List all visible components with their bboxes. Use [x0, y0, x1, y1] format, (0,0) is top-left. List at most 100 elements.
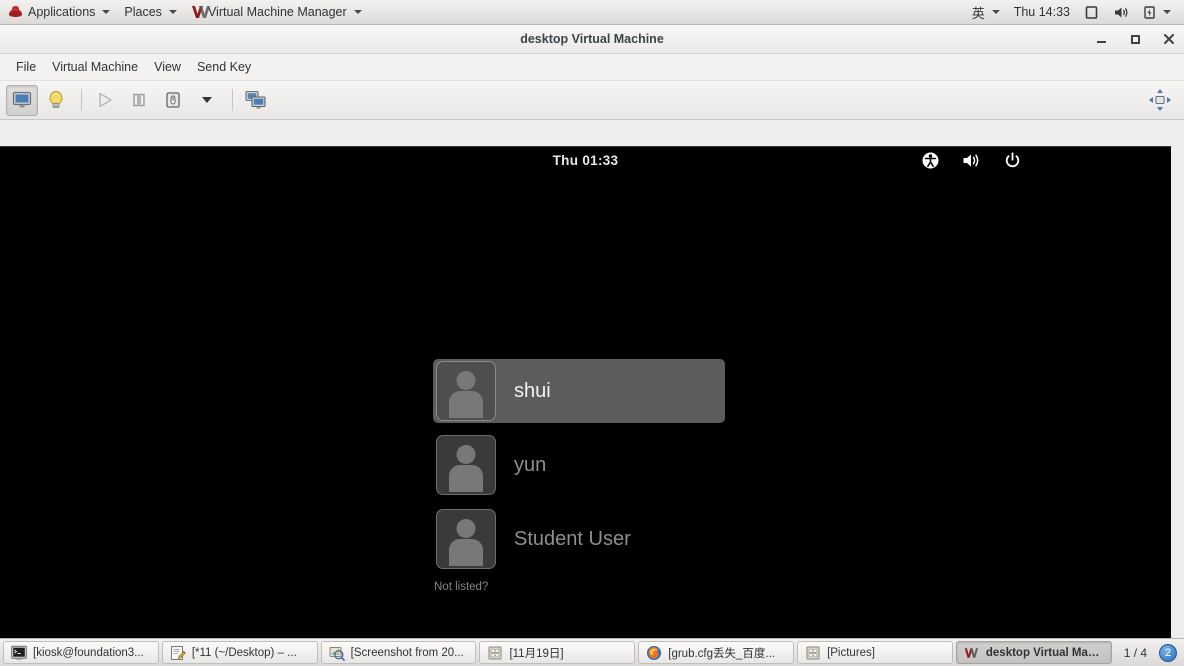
places-menu[interactable]: Places [117, 0, 184, 24]
redhat-logo-icon [8, 5, 23, 19]
console-view-button[interactable] [6, 84, 38, 116]
shutdown-button[interactable] [157, 85, 189, 116]
clock-label: Thu 14:33 [1013, 5, 1070, 19]
volume-button[interactable] [962, 152, 981, 169]
taskbar-item-editor[interactable]: [*11 (~/Desktop) – ... [161, 641, 318, 664]
places-menu-label: Places [124, 5, 162, 19]
menu-send-key[interactable]: Send Key [189, 54, 259, 80]
user-name-label: yun [514, 453, 547, 476]
pause-icon [133, 93, 145, 107]
image-viewer-icon [329, 646, 345, 661]
toolbar-separator [232, 89, 233, 111]
snapshots-button[interactable] [240, 85, 272, 116]
volume-icon [1115, 7, 1128, 17]
taskbar-item-label: [11月19日] [509, 647, 564, 660]
screen-root: Applications Places Virtual Machine Mana… [0, 0, 1184, 666]
firefox-icon [647, 645, 662, 660]
taskbar-item-pictures[interactable]: [Pictures] [797, 641, 953, 664]
user-name-label: Student User [514, 527, 631, 550]
power-icon [1005, 152, 1020, 168]
user-row[interactable]: Student User [433, 507, 733, 571]
taskbar-item-label: [kiosk@foundation3... [33, 646, 144, 659]
chevron-down-icon [1163, 10, 1171, 14]
close-icon [1164, 34, 1174, 44]
window-titlebar: desktop Virtual Machine [0, 25, 1184, 54]
user-row[interactable]: shui [433, 359, 725, 423]
user-name-label: shui [514, 379, 551, 402]
menu-virtual-machine[interactable]: Virtual Machine [44, 54, 146, 80]
taskbar-item-firefox[interactable]: [grub.cfg丢失_百度... [638, 641, 795, 664]
applications-menu[interactable]: Applications [0, 0, 117, 24]
taskbar-item-folder-date[interactable]: [11月19日] [479, 641, 636, 664]
avatar-head [456, 445, 476, 464]
workspace-indicator[interactable]: 1 / 4 [1115, 646, 1156, 660]
menu-file[interactable]: File [8, 54, 44, 80]
input-method-indicator[interactable]: 英 [964, 0, 1007, 24]
taskbar-item-label: [Pictures] [827, 646, 875, 659]
not-listed-link[interactable]: Not listed? [433, 581, 733, 593]
volume-icon [963, 154, 979, 167]
taskbar-item-virt-manager[interactable]: desktop Virtual Mac... [955, 641, 1112, 664]
toolbar [0, 81, 1184, 120]
menu-view[interactable]: View [146, 54, 189, 80]
terminal-icon [11, 645, 27, 660]
avatar-body [449, 465, 483, 492]
battery-icon [1144, 5, 1155, 19]
display-settings-indicator[interactable] [1077, 0, 1106, 24]
window-menu[interactable]: Virtual Machine Manager [184, 0, 369, 24]
taskbar-item-label: desktop Virtual Mac... [985, 646, 1104, 659]
window-controls [1094, 25, 1176, 53]
taskbar-item-label: [grub.cfg丢失_百度... [668, 647, 775, 660]
panel-left-group: Applications Places Virtual Machine Mana… [0, 0, 369, 24]
avatar-head [456, 371, 476, 390]
file-manager-icon [806, 646, 820, 659]
minimize-button[interactable] [1094, 32, 1108, 46]
shutdown-icon [166, 92, 180, 108]
gdm-user-list: shui yun Student User Not listed? [433, 359, 733, 593]
fullscreen-button[interactable] [1144, 85, 1176, 116]
vm-guest-screen[interactable]: Thu 01:33 shui yun Student User Not list… [0, 146, 1171, 662]
window-menu-label: Virtual Machine Manager [207, 5, 347, 19]
accessibility-button[interactable] [922, 152, 939, 169]
applications-menu-label: Applications [28, 5, 96, 19]
lightbulb-icon [49, 91, 63, 108]
hardware-details-button[interactable] [40, 85, 72, 116]
panel-right-group: 英 Thu 14:33 [964, 0, 1184, 24]
avatar-body [449, 391, 483, 418]
chevron-down-icon [353, 10, 362, 14]
display-icon [1085, 5, 1098, 19]
chevron-down-icon [102, 10, 111, 14]
pause-button[interactable] [123, 85, 155, 116]
battery-indicator[interactable] [1136, 0, 1178, 24]
shutdown-options-button[interactable] [191, 85, 223, 116]
run-button[interactable] [89, 85, 121, 116]
menu-bar: File Virtual Machine View Send Key [0, 54, 1184, 81]
taskbar-item-screenshot[interactable]: [Screenshot from 20... [320, 641, 477, 664]
fullscreen-icon [1149, 89, 1171, 111]
taskbar-item-label: [Screenshot from 20... [350, 646, 464, 659]
accessibility-icon [922, 152, 939, 169]
taskbar-item-label: [*11 (~/Desktop) – ... [191, 646, 297, 659]
maximize-button[interactable] [1128, 32, 1142, 46]
gdm-status-area [922, 147, 1021, 174]
avatar-body [449, 539, 483, 566]
chevron-down-icon [991, 10, 1000, 14]
avatar [436, 435, 496, 495]
notification-badge[interactable]: 2 [1159, 643, 1178, 662]
file-manager-icon [488, 646, 502, 659]
volume-indicator[interactable] [1106, 0, 1136, 24]
vmm-logo-icon [191, 4, 211, 20]
vmm-icon [964, 647, 978, 658]
gdm-top-bar: Thu 01:33 [0, 146, 1171, 174]
editor-icon [170, 645, 186, 660]
clock[interactable]: Thu 14:33 [1007, 0, 1077, 24]
power-button[interactable] [1004, 152, 1021, 169]
close-button[interactable] [1162, 32, 1176, 46]
toolbar-separator [81, 89, 82, 111]
window-title: desktop Virtual Machine [520, 32, 664, 46]
vm-viewport: Thu 01:33 shui yun Student User Not list… [0, 145, 1184, 663]
user-row[interactable]: yun [433, 433, 733, 497]
input-method-label: 英 [971, 5, 985, 21]
taskbar-item-terminal[interactable]: [kiosk@foundation3... [3, 641, 159, 664]
chevron-down-icon [168, 10, 177, 14]
